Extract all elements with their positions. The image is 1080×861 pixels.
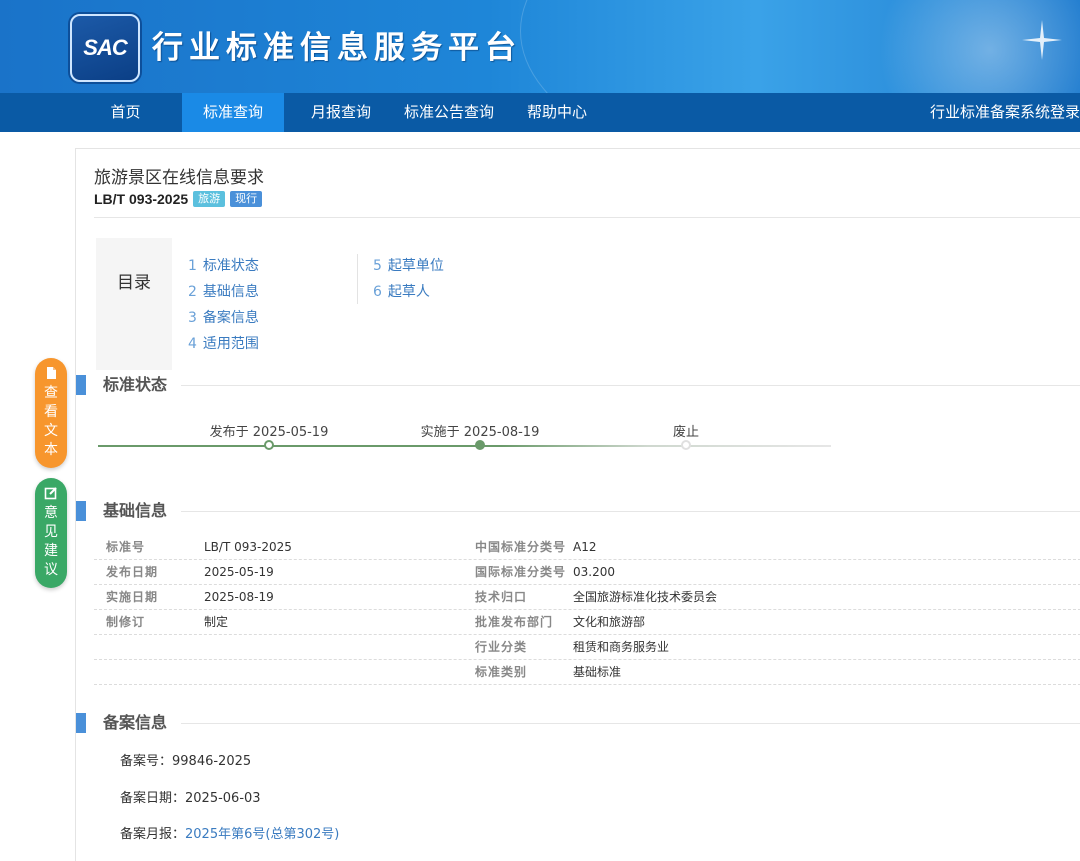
- toc-item-backup[interactable]: 3 备案信息: [188, 307, 259, 327]
- standard-detail-panel: 旅游景区在线信息要求 LB/T 093-2025 旅游 现行 目录 1 标准状态 …: [75, 148, 1080, 861]
- site-title: 行业标准信息服务平台: [152, 30, 522, 66]
- filing-system-login-link[interactable]: 行业标准备案系统登录: [930, 93, 1080, 132]
- backup-number: 备案号：99846-2025: [120, 754, 252, 769]
- monthly-report-link[interactable]: 2025年第6号(总第302号): [185, 827, 339, 842]
- info-value: 03.200: [573, 565, 615, 579]
- section-title-basic: 基础信息: [103, 501, 168, 520]
- backup-monthly-report: 备案月报：2025年第6号(总第302号): [120, 827, 340, 842]
- info-key: 技术归口: [475, 590, 528, 604]
- section-title-status: 标准状态: [103, 375, 168, 394]
- standard-title: 旅游景区在线信息要求: [94, 168, 264, 188]
- standard-code: LB/T 093-2025: [94, 191, 189, 207]
- sac-logo[interactable]: SAC: [70, 14, 140, 82]
- title-divider: [94, 217, 1080, 218]
- info-key: 批准发布部门: [475, 615, 554, 629]
- toc-item-basic[interactable]: 2 基础信息: [188, 281, 259, 301]
- table-row: 标准号 LB/T 093-2025 中国标准分类号 A12: [94, 535, 1080, 560]
- timeline-implemented-label: 实施于 2025-08-19: [420, 425, 540, 440]
- timeline-implemented-dot: [475, 440, 485, 450]
- backup-date: 备案日期：2025-06-03: [120, 791, 261, 806]
- info-value: 全国旅游标准化技术委员会: [573, 590, 718, 604]
- timeline-published-label: 发布于 2025-05-19: [209, 425, 329, 440]
- basic-info-table: 标准号 LB/T 093-2025 中国标准分类号 A12 发布日期 2025-…: [94, 535, 1080, 685]
- info-value: 基础标准: [573, 665, 622, 679]
- opinion-button[interactable]: 意见建议: [35, 478, 67, 588]
- nav-monthly-query[interactable]: 月报查询: [300, 93, 382, 132]
- sparkle-icon: [1022, 20, 1062, 60]
- nav-standard-query[interactable]: 标准查询: [182, 93, 284, 132]
- section-title-backup: 备案信息: [103, 713, 168, 732]
- timeline-published-dot: [264, 440, 274, 450]
- table-row: 行业分类 租赁和商务服务业: [94, 635, 1080, 660]
- section-header-status: 标准状态: [76, 373, 1080, 397]
- main-nav: 首页 标准查询 月报查询 标准公告查询 帮助中心 行业标准备案系统登录: [0, 93, 1080, 132]
- header-banner: SAC 行业标准信息服务平台: [0, 0, 1080, 93]
- toc-divider: [357, 254, 358, 304]
- info-key: 标准类别: [475, 665, 528, 679]
- info-key: 发布日期: [106, 565, 159, 579]
- info-value: 文化和旅游部: [573, 615, 646, 629]
- document-icon: [47, 367, 56, 379]
- timeline-track: [98, 445, 831, 447]
- section-header-backup: 备案信息: [76, 711, 1080, 735]
- info-key: 行业分类: [475, 640, 528, 654]
- category-badge: 旅游: [193, 191, 226, 207]
- table-row: 标准类别 基础标准: [94, 660, 1080, 685]
- status-timeline: 发布于 2025-05-19 实施于 2025-08-19 废止: [98, 419, 858, 459]
- view-text-label: 查看文本: [44, 385, 58, 458]
- status-badge: 现行: [230, 191, 263, 207]
- nav-home[interactable]: 首页: [88, 93, 163, 132]
- toc-item-drafter[interactable]: 6 起草人: [373, 281, 430, 301]
- toc-item-status[interactable]: 1 标准状态: [188, 255, 259, 275]
- info-value: 租赁和商务服务业: [573, 640, 670, 654]
- info-value: 制定: [204, 615, 229, 629]
- edit-icon: [44, 487, 57, 500]
- section-header-basic: 基础信息: [76, 499, 1080, 523]
- info-key: 实施日期: [106, 590, 159, 604]
- timeline-abolished-dot: [681, 440, 691, 450]
- nav-help-center[interactable]: 帮助中心: [518, 93, 596, 132]
- table-row: 制修订 制定 批准发布部门 文化和旅游部: [94, 610, 1080, 635]
- toc-label-box: 目录: [96, 238, 172, 370]
- table-of-contents: 目录 1 标准状态 2 基础信息 3 备案信息 4 适用范围 5 起草单位 6 起草人: [96, 238, 506, 370]
- table-row: 发布日期 2025-05-19 国际标准分类号 03.200: [94, 560, 1080, 585]
- info-key: 标准号: [106, 540, 146, 554]
- info-key: 中国标准分类号: [475, 540, 567, 554]
- info-value: 2025-05-19: [204, 565, 274, 579]
- opinion-label: 意见建议: [44, 505, 58, 578]
- toc-label: 目录: [117, 273, 151, 293]
- info-value: LB/T 093-2025: [204, 540, 292, 554]
- toc-item-drafting-unit[interactable]: 5 起草单位: [373, 255, 444, 275]
- nav-announcement-query[interactable]: 标准公告查询: [396, 93, 502, 132]
- toc-item-scope[interactable]: 4 适用范围: [188, 333, 259, 353]
- info-value: A12: [573, 540, 597, 554]
- view-text-button[interactable]: 查看文本: [35, 358, 67, 468]
- standard-code-row: LB/T 093-2025 旅游 现行: [94, 191, 263, 207]
- info-value: 2025-08-19: [204, 590, 274, 604]
- info-key: 国际标准分类号: [475, 565, 567, 579]
- info-key: 制修订: [106, 615, 146, 629]
- timeline-abolished-label: 废止: [672, 425, 700, 440]
- table-row: 实施日期 2025-08-19 技术归口 全国旅游标准化技术委员会: [94, 585, 1080, 610]
- banner-arc: [520, 0, 1080, 93]
